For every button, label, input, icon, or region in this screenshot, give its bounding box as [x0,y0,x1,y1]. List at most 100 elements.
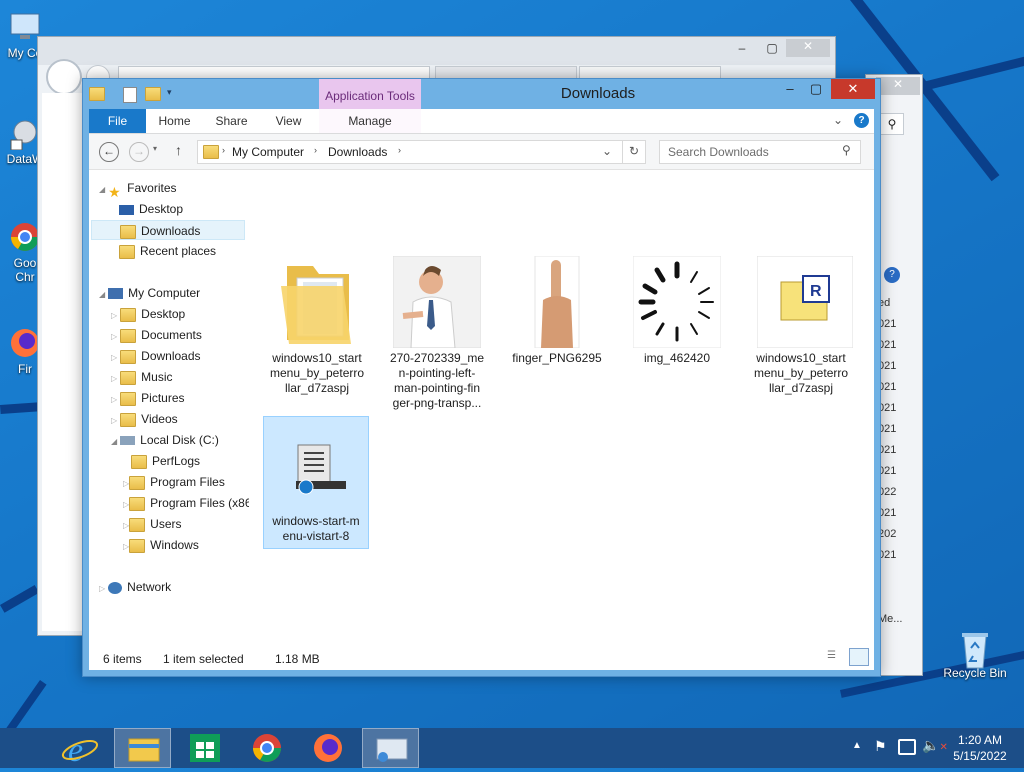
expand-icon[interactable]: ▷ [99,584,105,593]
file-item[interactable]: windows10_start menu_by_peterro llar_d7z… [265,256,369,396]
back-button[interactable] [46,59,82,95]
help-icon[interactable]: ? [854,113,869,128]
tab-file[interactable]: File [89,109,146,133]
quick-access-toolbar: ▾ [89,85,179,103]
show-hidden-icons-icon[interactable]: ▲ [852,740,862,751]
folder-icon [120,328,137,343]
tab-manage[interactable]: Manage [319,109,421,133]
maximize-icon[interactable]: ▢ [762,41,782,55]
close-icon[interactable]: ✕ [876,77,920,95]
tab-share[interactable]: Share [203,109,260,133]
nav-disk-program-files[interactable]: ▷ Program Files [123,472,225,492]
close-button[interactable]: ✕ [831,79,875,99]
chevron-down-icon[interactable]: ⌄ [602,144,612,158]
chevron-down-icon[interactable]: ▾ [167,87,172,98]
nav-disk-users[interactable]: ▷ Users [123,514,182,534]
volume-muted-icon[interactable]: 🔈✕ [922,737,948,754]
expand-icon[interactable]: ▷ [111,353,117,362]
pictures-folder-icon [120,391,137,406]
recent-locations-icon[interactable]: ▾ [153,144,157,153]
file-item[interactable]: 270-2702339_me n-pointing-left- man-poin… [385,255,489,411]
breadcrumb-downloads[interactable]: Downloads [328,145,387,159]
flag-icon[interactable]: ⚑ [874,738,887,755]
nav-disk-program-files-x86[interactable]: ▷ Program Files (x86 [123,493,249,513]
desktop-icon-recycle-bin[interactable]: Recycle Bin [940,630,1010,680]
nav-computer-videos[interactable]: ▷ Videos [111,409,178,429]
search-icon[interactable]: ⚲ [880,113,904,135]
nav-favorites-desktop[interactable]: Desktop [119,199,183,219]
forward-button[interactable]: → [129,142,149,162]
nav-my-computer[interactable]: ◢ My Computer [99,283,200,303]
nav-computer-documents[interactable]: ▷ Documents [111,325,202,345]
refresh-button[interactable]: ↻ [622,140,646,164]
nav-label: Windows [150,538,199,552]
star-icon: ★ [108,183,121,200]
title-bar[interactable]: ▾ Application Tools Downloads – ▢ ✕ [83,79,880,109]
nav-disk-windows[interactable]: ▷ Windows [123,535,199,555]
recycle-bin-icon [958,630,992,669]
collapse-icon[interactable]: ◢ [111,437,117,446]
nav-disk-perflogs[interactable]: PerfLogs [123,451,200,471]
collapse-icon[interactable]: ◢ [99,290,105,299]
file-item[interactable]: img_462420 [625,255,729,366]
list-item: 021 [878,402,897,414]
nav-local-disk[interactable]: ◢ Local Disk (C:) [111,430,219,450]
maximize-button[interactable]: ▢ [803,79,829,99]
up-button[interactable]: ↑ [175,142,182,158]
nav-computer-music[interactable]: ▷ Music [111,367,173,387]
chevron-down-icon[interactable]: ⌄ [833,113,843,127]
clock[interactable]: 1:20 AM 5/15/2022 [950,732,1010,764]
file-explorer-window[interactable]: ▾ Application Tools Downloads – ▢ ✕ File… [82,78,881,677]
taskbar-file-explorer[interactable] [114,728,171,768]
file-item-selected[interactable]: windows-start-m enu-vistart-8 [263,416,369,549]
folder-icon [129,496,146,511]
new-folder-icon[interactable] [145,87,161,101]
drive-icon [120,436,136,446]
folder-icon [129,475,146,490]
collapse-icon[interactable]: ◢ [99,185,105,194]
taskbar-firefox[interactable] [300,728,357,768]
taskbar-store[interactable] [176,728,233,768]
minimize-button[interactable]: – [777,79,803,99]
file-item[interactable]: R windows10_start menu_by_peterro llar_d… [749,255,854,396]
list-item: ed [878,297,891,309]
large-icons-view-icon[interactable] [849,648,869,666]
expand-icon[interactable]: ▷ [111,395,117,404]
taskbar: e ▲ ⚑ 🔈✕ 1:20 AM 5/15/2022 [0,728,1024,769]
nav-computer-downloads[interactable]: ▷ Downloads [111,346,201,366]
search-input[interactable]: Search Downloads ⚲ [659,140,861,164]
breadcrumb-my-computer[interactable]: My Computer [232,145,304,159]
folder-icon [131,454,147,469]
folder-icon[interactable] [89,87,105,101]
back-button[interactable]: ← [99,142,119,162]
taskbar-chrome[interactable] [238,728,295,768]
details-view-icon[interactable]: ☰ [827,650,843,664]
taskbar-control-panel[interactable] [362,728,419,768]
file-item[interactable]: finger_PNG6295 [505,255,609,366]
nav-computer-desktop[interactable]: ▷ Desktop [111,304,185,324]
nav-computer-pictures[interactable]: ▷ Pictures [111,388,185,408]
network-icon[interactable] [898,739,916,755]
nav-favorites-downloads[interactable]: Downloads [91,220,245,240]
expand-icon[interactable]: ▷ [111,416,117,425]
tab-view[interactable]: View [260,109,317,133]
address-bar[interactable]: › My Computer › Downloads › ⌄ [197,140,623,164]
nav-favorites[interactable]: ◢ ★ Favorites [99,178,177,200]
file-name: finger_PNG6295 [512,351,602,365]
list-item: Me... [878,613,903,625]
selection-size: 1.18 MB [275,652,320,666]
close-icon[interactable]: ✕ [786,39,830,57]
expand-icon[interactable]: ▷ [111,374,117,383]
expand-icon[interactable]: ▷ [111,332,117,341]
nav-network[interactable]: ▷ Network [99,577,171,597]
minimize-icon[interactable]: – [732,41,752,55]
tab-home[interactable]: Home [146,109,203,133]
list-item: 021 [878,444,897,456]
properties-icon[interactable] [123,87,137,103]
nav-favorites-recent[interactable]: Recent places [119,241,216,261]
taskbar-internet-explorer[interactable]: e [52,728,109,769]
nav-label: Users [150,517,182,531]
expand-icon[interactable]: ▷ [111,311,117,320]
help-icon[interactable]: ? [884,267,900,283]
rar-archive-icon: R [756,255,854,349]
